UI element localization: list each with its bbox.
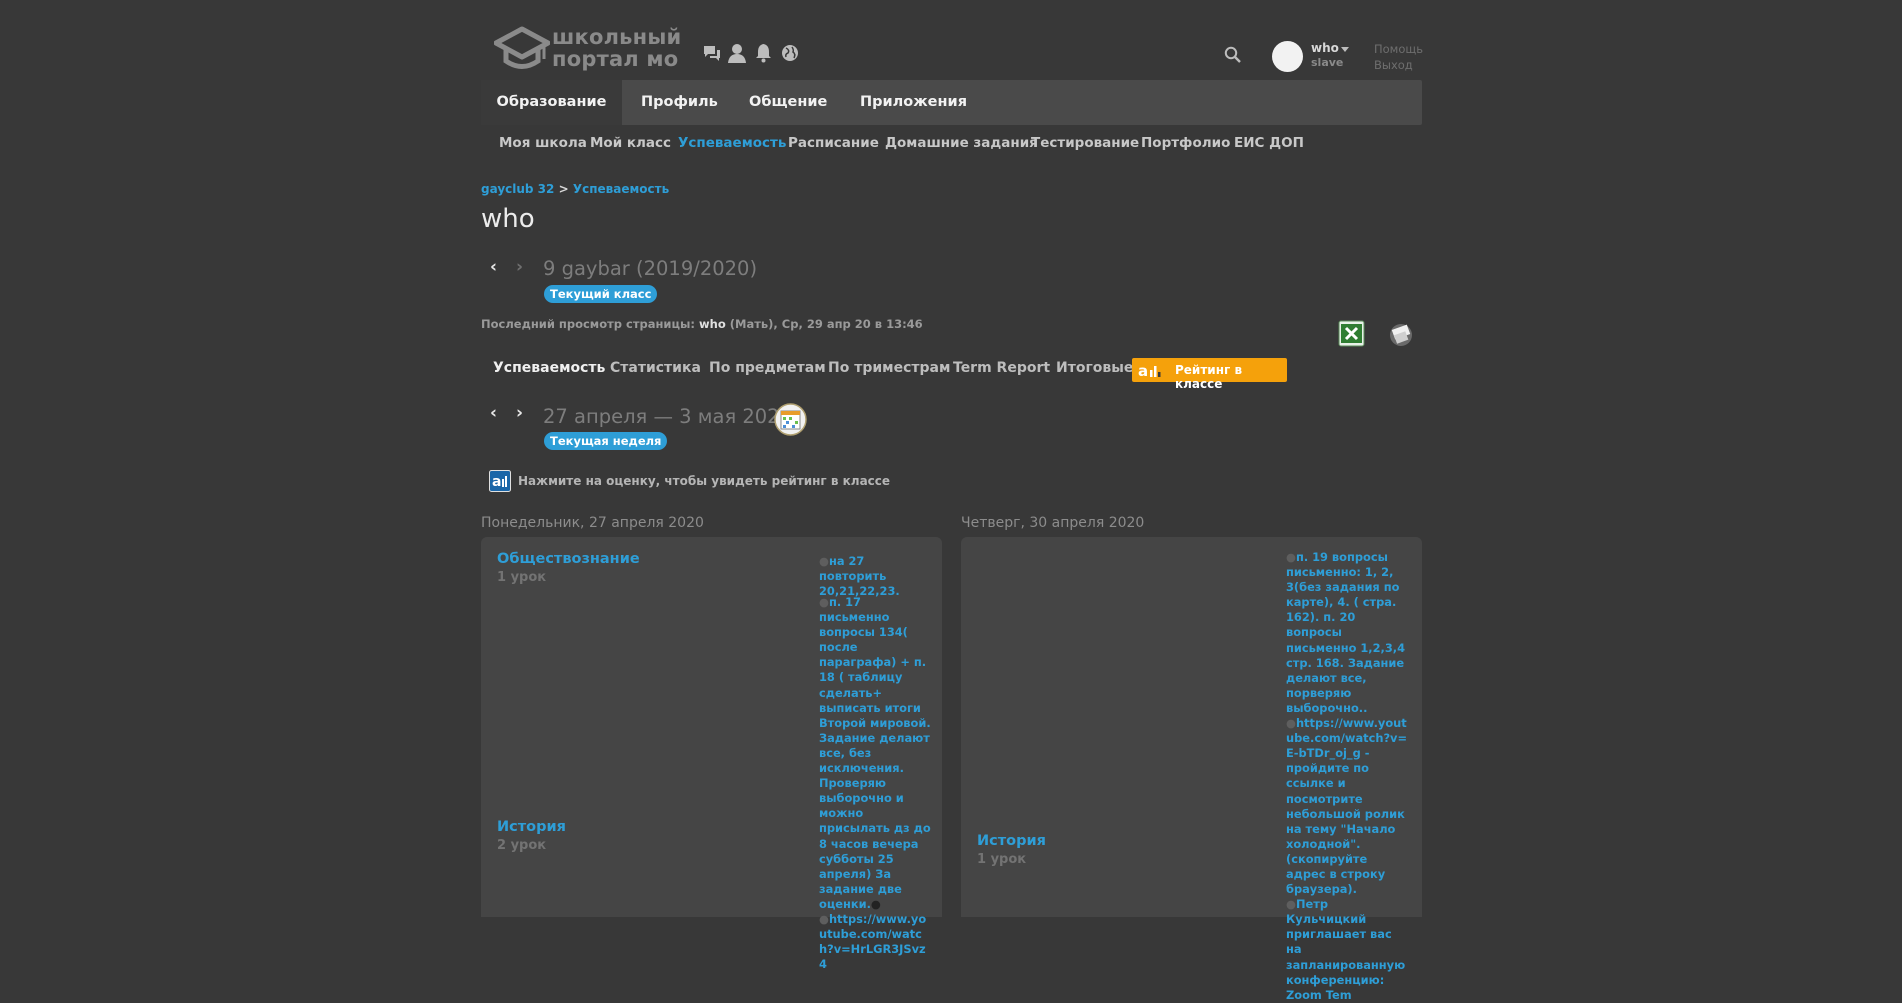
graduation-cap-icon [494,26,550,69]
week-label: 27 апреля — 3 мая 2020 [543,405,792,428]
tab-by-trimesters[interactable]: По триместрам [828,360,950,376]
globe-icon[interactable] [781,44,799,66]
homework-bullet-icon: ● [819,554,829,568]
subnav-eis-dop[interactable]: ЕИС ДОП [1234,135,1304,151]
lesson-count: 1 урок [977,852,1027,867]
subnav-my-school[interactable]: Моя школа [499,135,587,151]
rating-hint-text: Нажмите на оценку, чтобы увидеть рейтинг… [518,474,891,488]
homework-history: ●п. 17 письменно вопросы 134( после пара… [819,595,931,972]
homework-bullet-icon: ● [1286,716,1296,731]
subnav-testing[interactable]: Тестирование [1031,135,1139,151]
svg-text:a: a [1138,362,1148,378]
homework-link[interactable]: https://www.youtube.com/watch?v=HrLGR3JS… [819,912,926,971]
homework-bullet-icon: ● [819,595,829,609]
svg-text:a: a [492,474,501,490]
main-nav-education[interactable]: Образование [481,80,622,125]
subnav-schedule[interactable]: Расписание [788,135,879,151]
subject-name[interactable]: История [977,833,1046,849]
person-icon[interactable] [728,43,746,67]
user-sub: slave [1311,56,1344,69]
homework-link[interactable]: https://www.youtube.com/watch?v=E-bTDr_o… [1286,716,1407,760]
lesson-history[interactable]: История 1 урок [977,833,1046,867]
rating-logo-icon: a [1138,362,1162,380]
last-view-info: Последний просмотр страницы: who (Мать),… [481,317,923,331]
main-nav: Образование Профиль Общение Приложения [481,80,1422,125]
main-nav-profile[interactable]: Профиль [641,80,718,125]
logo-line1: школьный [552,25,682,49]
lesson-count: 2 урок [497,838,547,853]
chat-icon[interactable] [702,44,722,66]
homework-bullet-icon: ● [819,911,829,926]
homework-bullet-icon: ● [1286,897,1296,912]
homework-bullet-icon: ● [1286,550,1296,564]
tab-final[interactable]: Итоговые [1056,360,1133,376]
subnav-my-class[interactable]: Мой класс [590,135,671,151]
next-class-button[interactable]: › [516,257,523,277]
user-name: who [1311,41,1339,55]
breadcrumb: gayclub 32 > Успеваемость [481,182,669,196]
main-nav-communication[interactable]: Общение [749,80,827,125]
calendar-icon[interactable] [774,403,807,436]
rating-hint-icon: a [489,470,511,492]
tab-term-report[interactable]: Term Report [953,360,1050,376]
logo-line2: портал мо [552,47,679,71]
main-nav-apps[interactable]: Приложения [860,80,967,125]
last-view-prefix: Последний просмотр страницы: [481,317,696,331]
tab-grades[interactable]: Успеваемость [493,360,605,376]
print-icon[interactable] [1386,318,1416,348]
day-header-monday: Понедельник, 27 апреля 2020 [481,515,704,531]
last-view-rest: (Мать), Ср, 29 апр 20 в 13:46 [729,317,923,331]
last-view-who: who [699,317,726,331]
bell-icon[interactable] [755,43,772,67]
class-period-label: 9 gaybar (2019/2020) [543,257,758,280]
day-header-thursday: Четверг, 30 апреля 2020 [961,515,1145,531]
search-icon[interactable] [1224,46,1241,67]
homework-history-thursday: ●п. 19 вопросы письменно: 1, 2, 3(без за… [1286,550,1408,1002]
prev-week-button[interactable]: ‹ [490,403,497,423]
chevron-down-icon [1341,47,1349,52]
subject-name[interactable]: История [497,819,566,835]
day-card-thursday: История 1 урок ●п. 19 вопросы письменно:… [961,537,1422,1002]
current-week-badge: Текущая неделя [544,432,668,450]
tab-by-subjects[interactable]: По предметам [709,360,826,376]
subnav-grades[interactable]: Успеваемость [678,135,786,151]
homework-social-studies: ●на 27 повторить 20,21,22,23. [819,554,900,599]
breadcrumb-page[interactable]: Успеваемость [573,182,669,196]
day-card-monday: Обществознание 1 урок История 2 урок ●на… [481,537,942,971]
breadcrumb-school[interactable]: gayclub 32 [481,182,554,196]
subnav-portfolio[interactable]: Портфолио [1141,135,1230,151]
site-logo[interactable]: школьный портал мо [494,24,682,74]
subject-name[interactable]: Обществознание [497,551,640,567]
lesson-social-studies[interactable]: Обществознание 1 урок [497,551,640,585]
user-menu[interactable]: who slave [1272,40,1382,74]
tab-statistics[interactable]: Статистика [610,360,701,376]
class-rating-label: Рейтинг в классе [1175,363,1243,391]
avatar [1272,41,1303,72]
next-week-button[interactable]: › [516,403,523,423]
class-rating-button[interactable]: a Рейтинг в классе [1132,358,1287,391]
logout-link[interactable]: Выход [1374,57,1413,73]
current-class-badge: Текущий класс [544,285,658,303]
paperclip-icon[interactable]: ● [871,897,881,911]
lesson-count: 1 урок [497,570,547,585]
prev-class-button[interactable]: ‹ [490,257,497,277]
help-link[interactable]: Помощь [1374,41,1423,57]
breadcrumb-sep: > [558,182,569,196]
lesson-history[interactable]: История 2 урок [497,819,566,853]
excel-export-icon[interactable] [1338,320,1365,347]
subnav-homework[interactable]: Домашние задания [885,135,1038,151]
page-title: who [481,204,535,234]
